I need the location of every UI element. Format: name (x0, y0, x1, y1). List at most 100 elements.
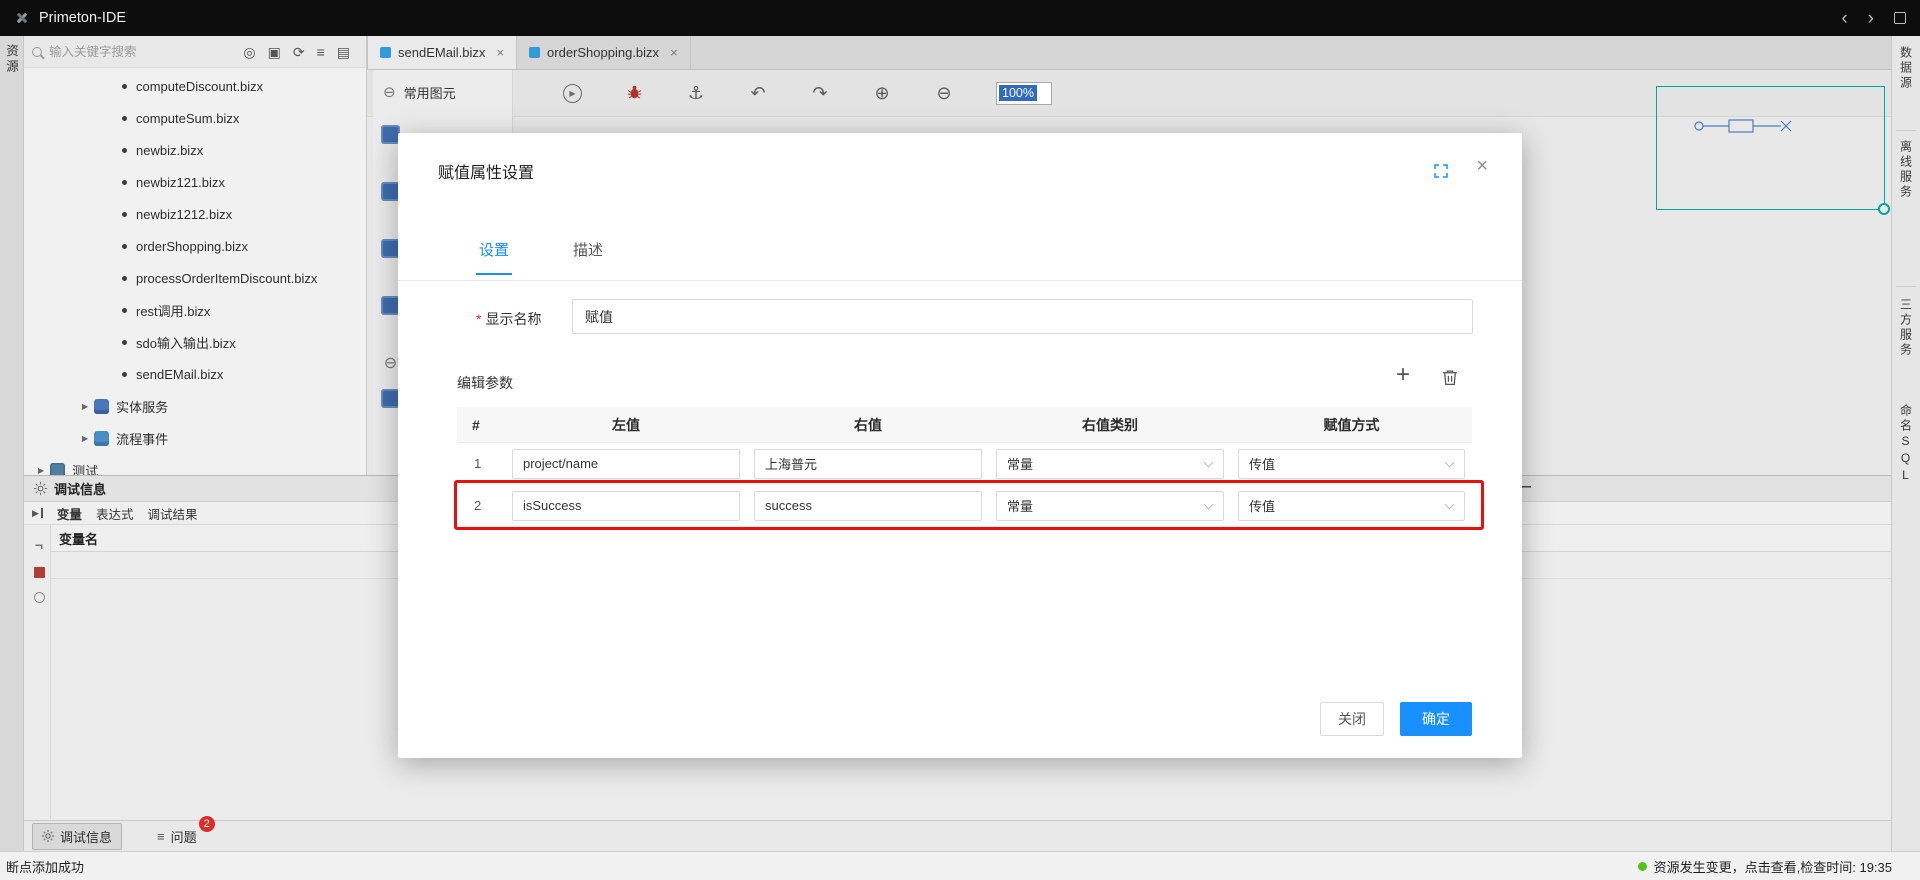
collapse-section-icon[interactable]: ⊖ (383, 85, 396, 100)
palette-header[interactable]: ⊖ 常用图元 (373, 70, 512, 102)
search-icon (32, 47, 42, 57)
bottom-tab-label: 问题 (171, 827, 197, 846)
close-button[interactable]: 关闭 (1320, 702, 1384, 736)
fullscreen-icon[interactable] (1434, 164, 1448, 178)
tree-item[interactable]: orderShopping.bizx (24, 230, 366, 262)
tab-sendemail[interactable]: sendEMail.bizx × (367, 36, 517, 69)
tab-description[interactable]: 描述 (570, 239, 606, 275)
display-name-input[interactable] (572, 299, 1473, 334)
tree-item-label: sendEMail.bizx (136, 367, 223, 382)
tree-item-label: orderShopping.bizx (136, 239, 248, 254)
collapse-section-icon[interactable]: ⊖ (384, 353, 397, 373)
left-value-input[interactable] (512, 449, 740, 479)
copy-page-icon[interactable]: ▤ (337, 45, 350, 59)
tree-folder-test[interactable]: ▶测试 (24, 454, 366, 475)
tree-item[interactable]: computeSum.bizx (24, 102, 366, 134)
window-layout-icon[interactable] (1894, 12, 1906, 24)
close-tab-icon[interactable]: × (496, 45, 504, 60)
bottom-tab-debug[interactable]: 调试信息 (32, 823, 122, 850)
stop-icon[interactable] (34, 567, 45, 578)
tree-item[interactable]: newbiz.bizx (24, 134, 366, 166)
breakpoint-circle-icon[interactable] (34, 592, 45, 603)
search-input[interactable] (49, 45, 189, 59)
debug-tab-results[interactable]: 调试结果 (147, 504, 197, 523)
zoom-level-value: 100% (999, 85, 1037, 101)
tree-item[interactable]: processOrderItemDiscount.bizx (24, 262, 366, 294)
dock-tab-thirdparty-service[interactable]: 三方服务 (1898, 298, 1915, 358)
debug-tab-variables[interactable]: 变量 (57, 504, 82, 523)
tab-settings[interactable]: 设置 (476, 239, 512, 275)
test-folder-icon (50, 463, 65, 476)
resource-change-notice[interactable]: 资源发生变更，点击查看,检查时间: 19:35 (1638, 857, 1892, 876)
right-type-select[interactable]: 常量 (996, 449, 1224, 479)
dock-tab-datasource[interactable]: 数据源 (1898, 46, 1915, 91)
right-dock-strip: 数据源 离线服务 三方服务 命名SQL (1891, 36, 1920, 851)
sort-list-icon[interactable]: ≡ (317, 45, 325, 59)
gear-icon (42, 830, 54, 842)
chevron-down-icon (1445, 499, 1455, 509)
right-value-input[interactable] (754, 491, 982, 521)
dock-tab-offline-service[interactable]: 离线服务 (1898, 140, 1915, 200)
delete-row-icon[interactable] (1442, 369, 1458, 386)
tree-item[interactable]: newbiz1212.bizx (24, 198, 366, 230)
undo-icon[interactable]: ↶ (748, 84, 768, 102)
bullet-icon (122, 116, 127, 121)
tree-item-label: newbiz.bizx (136, 143, 203, 158)
bullet-icon (122, 340, 127, 345)
right-type-select[interactable]: 常量 (996, 491, 1224, 521)
step-return-icon[interactable]: ¬ (35, 537, 43, 553)
left-value-input[interactable] (512, 491, 740, 521)
tree-folder-entity-service[interactable]: ▶实体服务 (24, 390, 366, 422)
caret-right-icon: ▶ (82, 434, 88, 443)
select-value: 常量 (1007, 454, 1033, 473)
bullet-icon (122, 308, 127, 313)
nav-back-icon[interactable]: ‹ (1841, 9, 1847, 28)
zoom-in-icon[interactable]: ⊕ (872, 84, 892, 102)
nav-forward-icon[interactable]: › (1868, 9, 1874, 28)
right-value-input[interactable] (754, 449, 982, 479)
tree-item[interactable]: rest调用.bizx (24, 294, 366, 326)
problems-count-badge: 2 (199, 816, 215, 832)
add-row-icon[interactable]: + (1396, 363, 1410, 387)
tree-item-label: 实体服务 (116, 397, 168, 416)
tree-item[interactable]: sdo输入输出.bizx (24, 326, 366, 358)
bullet-icon (122, 148, 127, 153)
assign-mode-select[interactable]: 传值 (1238, 491, 1465, 521)
anchor-deploy-icon[interactable]: ⚓ (686, 84, 706, 102)
file-tree: computeDiscount.bizx computeSum.bizx new… (24, 68, 366, 475)
refresh-icon[interactable]: ⟳ (293, 45, 305, 59)
status-message: 断点添加成功 (6, 857, 84, 876)
explorer-search-bar: ◎ ▣ ⟳ ≡ ▤ (24, 36, 366, 68)
tree-item[interactable]: newbiz121.bizx (24, 166, 366, 198)
bottom-tab-label: 调试信息 (60, 827, 112, 846)
palette-title: 常用图元 (404, 83, 456, 102)
tab-ordershopping[interactable]: orderShopping.bizx × (517, 36, 691, 69)
close-icon[interactable]: × (1476, 155, 1488, 178)
zoom-out-icon[interactable]: ⊖ (934, 84, 954, 102)
package-icon[interactable]: ▣ (268, 45, 281, 59)
canvas-minimap[interactable] (1656, 86, 1885, 210)
assign-mode-select[interactable]: 传值 (1238, 449, 1465, 479)
display-name-label-text: 显示名称 (485, 309, 541, 329)
bug-debug-icon[interactable] (624, 84, 644, 103)
tree-item[interactable]: computeDiscount.bizx (24, 70, 366, 102)
minimap-resize-handle[interactable] (1878, 203, 1890, 215)
process-event-icon (94, 431, 109, 446)
debug-tab-expression[interactable]: 表达式 (96, 504, 134, 523)
tab-label: sendEMail.bizx (398, 45, 485, 60)
redo-icon[interactable]: ↷ (810, 84, 830, 102)
run-debug-icon[interactable]: ▶ (563, 84, 582, 103)
resources-dock-tab[interactable]: 资源 (2, 44, 21, 851)
row-index: 2 (457, 498, 505, 513)
resume-icon[interactable]: ▶ (32, 508, 43, 518)
dock-tab-named-sql[interactable]: 命名SQL (1898, 404, 1915, 485)
resource-change-text: 资源发生变更，点击查看,检查时间: 19:35 (1654, 857, 1892, 876)
tree-item[interactable]: sendEMail.bizx (24, 358, 366, 390)
left-dock-strip: 资源 (0, 36, 24, 851)
close-tab-icon[interactable]: × (670, 45, 678, 60)
zoom-level-input[interactable]: 100% (996, 82, 1052, 105)
tree-folder-process-event[interactable]: ▶流程事件 (24, 422, 366, 454)
ok-button[interactable]: 确定 (1400, 702, 1472, 736)
bottom-tab-problems[interactable]: ≡ 问题 2 (148, 824, 206, 849)
locate-icon[interactable]: ◎ (243, 45, 255, 59)
